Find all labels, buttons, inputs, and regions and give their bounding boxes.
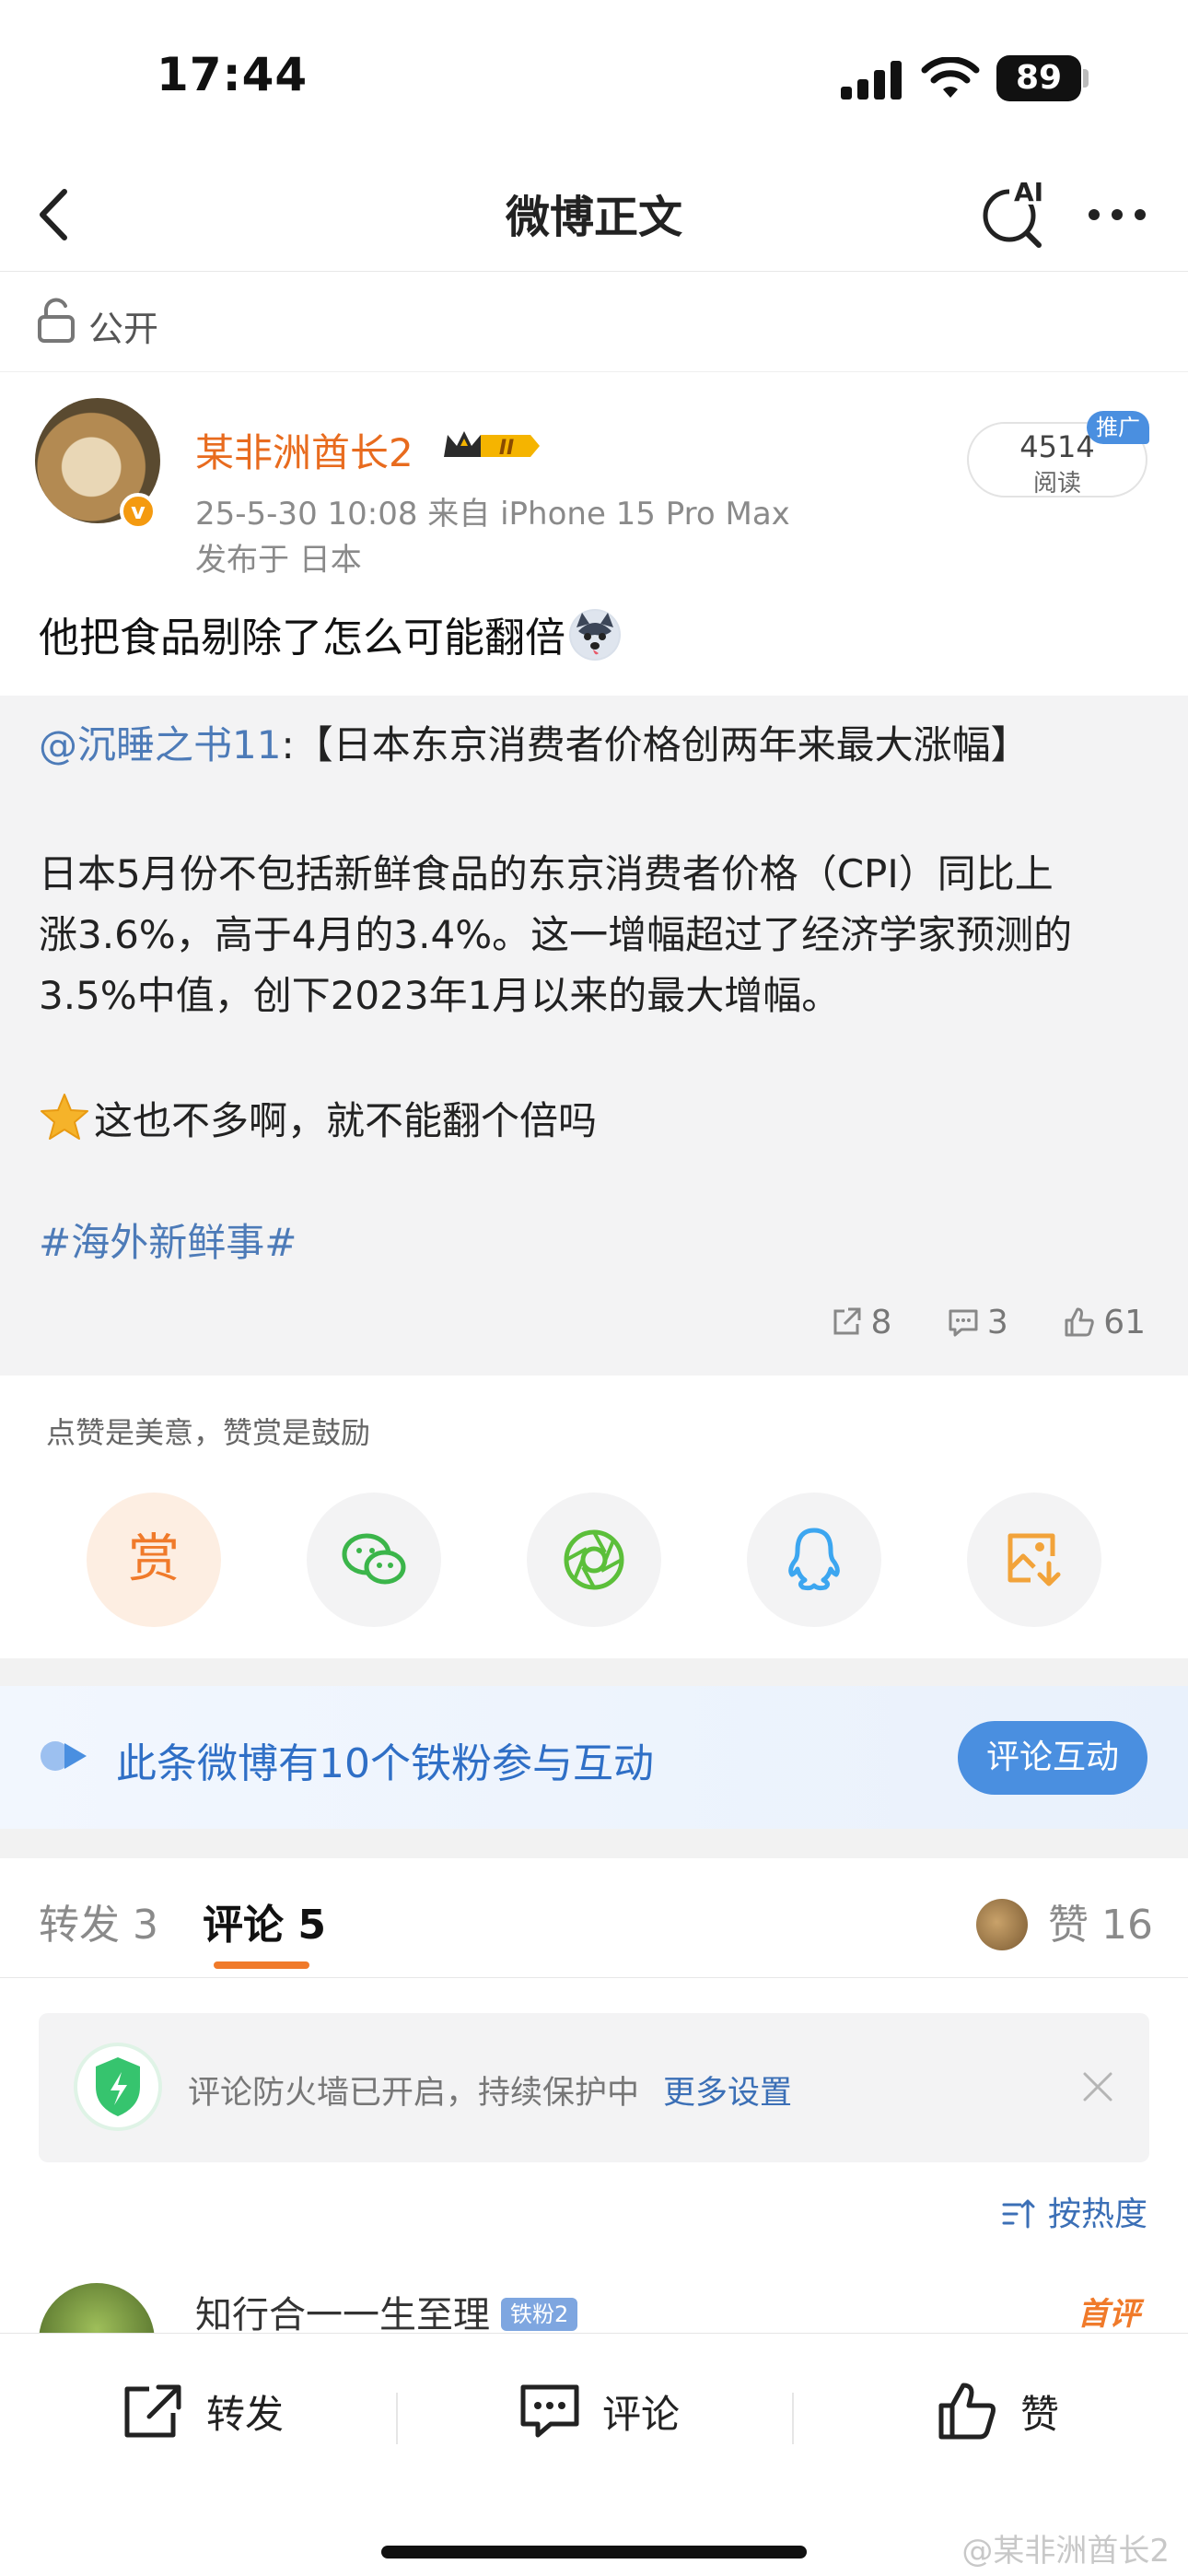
qq-icon bbox=[788, 1528, 840, 1591]
save-image-button[interactable] bbox=[967, 1493, 1101, 1627]
star-emoji-icon bbox=[41, 1094, 88, 1140]
like-label: 赞 bbox=[1020, 2392, 1060, 2437]
wechat-icon bbox=[342, 1533, 406, 1585]
vip-level: II bbox=[499, 437, 514, 460]
comment-label: 评论 bbox=[602, 2392, 681, 2437]
shield-icon bbox=[74, 2043, 162, 2131]
post-text: 他把食品剔除了怎么可能翻倍 bbox=[39, 604, 621, 663]
comment-icon bbox=[949, 1309, 978, 1337]
mention-link[interactable]: @沉睡之书11 bbox=[39, 722, 281, 767]
husky-emoji-icon bbox=[569, 609, 621, 661]
author-username[interactable]: 某非洲酋长2 bbox=[195, 422, 413, 478]
repost-stats: 8 3 61 bbox=[786, 1304, 1146, 1341]
cellular-signal-icon bbox=[841, 61, 905, 100]
firewall-status: 评论防火墙已开启，持续保护中 bbox=[188, 2075, 640, 2112]
bottom-action-bar: 转发 评论 赞 @某非洲酋长2 bbox=[0, 2333, 1188, 2576]
ai-label: AI bbox=[1014, 177, 1043, 207]
comment-interact-button[interactable]: 评论互动 bbox=[958, 1721, 1147, 1795]
ai-search-icon[interactable]: AI bbox=[976, 175, 1050, 249]
separator bbox=[792, 2393, 794, 2444]
sort-icon bbox=[1002, 2199, 1035, 2229]
separator bbox=[396, 2393, 398, 2444]
section-divider bbox=[0, 1658, 1188, 1686]
repost-button[interactable]: 转发 bbox=[122, 2382, 284, 2441]
repost-comment-line: 这也不多啊，就不能翻个倍吗 bbox=[39, 1090, 597, 1146]
unlock-icon bbox=[38, 298, 75, 343]
close-icon[interactable] bbox=[1079, 2068, 1116, 2105]
promote-tag[interactable]: 推广 bbox=[1087, 411, 1149, 444]
hashtag-link[interactable]: #海外新鲜事# bbox=[39, 1212, 297, 1268]
tab-comments[interactable]: 评论 5 bbox=[203, 1891, 326, 1950]
status-bar: 17:44 89 bbox=[0, 0, 1188, 157]
like-thumb-icon bbox=[938, 2383, 996, 2440]
liker-avatar bbox=[976, 1899, 1028, 1950]
reward-button[interactable]: 赏 bbox=[87, 1493, 221, 1627]
sort-by-hot-button[interactable]: 按热度 bbox=[1000, 2187, 1147, 2235]
share-icon bbox=[833, 1307, 861, 1335]
share-qq-button[interactable] bbox=[747, 1493, 881, 1627]
thumbs-up-icon bbox=[1065, 1307, 1094, 1337]
battery-cap bbox=[1083, 69, 1089, 88]
repost-body-line-1: 日本5月份不包括新鲜食品的东京消费者价格（CPI）同比上 bbox=[39, 851, 1054, 896]
repost-headline-line: @沉睡之书11:【日本东京消费者价格创两年来最大涨幅】 bbox=[39, 714, 1030, 770]
like-button[interactable]: 赞 bbox=[936, 2382, 1059, 2441]
more-settings-link[interactable]: 更多设置 bbox=[663, 2075, 792, 2112]
repost-label: 转发 bbox=[206, 2392, 285, 2437]
repost-headline: :【日本东京消费者价格创两年来最大涨幅】 bbox=[281, 722, 1030, 767]
repost-share-count: 8 bbox=[870, 1304, 892, 1341]
reward-label: 赏 bbox=[128, 1529, 180, 1589]
iron-fans-text: 此条微博有10个铁粉参与互动 bbox=[116, 1740, 654, 1787]
tab-likes[interactable]: 赞 16 bbox=[1048, 1891, 1153, 1950]
repost-icon bbox=[124, 2384, 181, 2438]
visibility-row: 公开 bbox=[0, 273, 1188, 372]
repost-body-line-3: 3.5%中值，创下2023年1月以来的最大增幅。 bbox=[39, 973, 841, 1018]
section-divider bbox=[0, 1829, 1188, 1858]
clock: 17:44 bbox=[157, 48, 309, 101]
visibility-label: 公开 bbox=[88, 309, 159, 349]
more-options-icon[interactable] bbox=[1085, 201, 1149, 228]
repost-comment-count: 3 bbox=[986, 1304, 1008, 1341]
sort-label: 按热度 bbox=[1047, 2195, 1147, 2233]
home-indicator bbox=[381, 2546, 807, 2558]
commenter-username[interactable]: 知行合一一生至理 铁粉2 bbox=[195, 2285, 578, 2338]
iron-fan-badge: 铁粉2 bbox=[501, 2298, 578, 2331]
repost-share-stat[interactable]: 8 bbox=[830, 1304, 891, 1341]
iron-fans-icon bbox=[41, 1741, 87, 1771]
nav-bar: 微博正文 AI bbox=[0, 157, 1188, 272]
comment-bubble-icon bbox=[520, 2384, 579, 2438]
share-moments-button[interactable] bbox=[527, 1493, 661, 1627]
first-comment-tag: 首评 bbox=[1077, 2296, 1140, 2333]
repost-comment: 这也不多啊，就不能翻个倍吗 bbox=[94, 1098, 598, 1143]
reposted-content[interactable]: @沉睡之书11:【日本东京消费者价格创两年来最大涨幅】 日本5月份不包括新鲜食品… bbox=[0, 696, 1188, 1376]
post-meta: 25-5-30 10:08 来自 iPhone 15 Pro Max bbox=[195, 496, 790, 533]
battery-level: 89 bbox=[996, 55, 1081, 101]
save-image-icon bbox=[1007, 1533, 1061, 1587]
wifi-icon bbox=[921, 57, 980, 98]
tab-reposts[interactable]: 转发 3 bbox=[39, 1891, 158, 1950]
commenter-name: 知行合一一生至理 bbox=[195, 2294, 490, 2336]
active-tab-indicator bbox=[214, 1961, 309, 1969]
repost-comment-stat[interactable]: 3 bbox=[947, 1304, 1008, 1341]
repost-like-stat[interactable]: 61 bbox=[1063, 1304, 1146, 1341]
repost-like-count: 61 bbox=[1103, 1304, 1146, 1341]
weibo-watermark: @某非洲酋长2 bbox=[961, 2533, 1170, 2570]
interaction-tabs: 转发 3 评论 5 赞 16 bbox=[0, 1858, 1188, 1978]
share-wechat-button[interactable] bbox=[307, 1493, 441, 1627]
reward-hint: 点赞是美意，赞赏是鼓励 bbox=[46, 1415, 371, 1450]
reads-label: 阅读 bbox=[1032, 470, 1081, 498]
moments-icon bbox=[564, 1529, 624, 1590]
iron-fans-banner[interactable]: 此条微博有10个铁粉参与互动 评论互动 bbox=[0, 1686, 1188, 1829]
post-location: 发布于 日本 bbox=[195, 542, 362, 579]
post-text-content: 他把食品剔除了怎么可能翻倍 bbox=[39, 615, 565, 662]
comment-button[interactable]: 评论 bbox=[518, 2382, 680, 2441]
vip-crown-icon[interactable]: II bbox=[440, 426, 543, 466]
firewall-text: 评论防火墙已开启，持续保护中 更多设置 bbox=[188, 2067, 792, 2113]
comment-firewall-notice: 评论防火墙已开启，持续保护中 更多设置 bbox=[39, 2013, 1149, 2162]
repost-body-line-2: 涨3.6%，高于4月的3.4%。这一增幅超过了经济学家预测的 bbox=[39, 912, 1073, 957]
verified-badge-icon: v bbox=[120, 493, 157, 530]
